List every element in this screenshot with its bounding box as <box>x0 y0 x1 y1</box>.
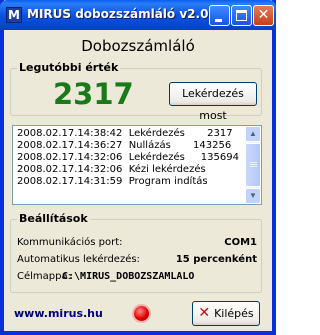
port-label: Kommunikációs port: <box>17 237 123 248</box>
exit-x-icon: ✕ <box>198 305 211 321</box>
app-icon: M <box>6 7 22 23</box>
last-value-label: Legutóbbi érték <box>17 61 121 74</box>
event-log-list[interactable]: 2008.02.17.14:38:42 Lekérdezés 2317 2008… <box>12 125 262 205</box>
log-entry[interactable]: 2008.02.17.14:31:59 Program indítás <box>17 176 245 188</box>
log-scrollbar[interactable]: ▲ ▼ <box>245 126 261 204</box>
log-lines: 2008.02.17.14:38:42 Lekérdezés 2317 2008… <box>17 128 245 188</box>
folder-value: C:\MIRUS_DOBOZSZAMLALO <box>62 271 195 282</box>
close-button[interactable]: ✕ <box>253 5 274 26</box>
app-window: M MIRUS dobozszámláló v2.0 ✕ Dobozszámlá… <box>0 0 276 335</box>
log-entry[interactable]: 2008.02.17.14:32:06 Kézi lekérdezés <box>17 164 245 176</box>
grip-line <box>250 162 257 163</box>
window-title: MIRUS dobozszámláló v2.0 <box>27 7 209 21</box>
log-entry[interactable]: 2008.02.17.14:32:06 Lekérdezés 135694 <box>17 152 245 164</box>
website-link[interactable]: www.mirus.hu <box>14 307 103 320</box>
page-title: Dobozszámláló <box>81 37 195 55</box>
log-entry[interactable]: 2008.02.17.14:38:42 Lekérdezés 2317 <box>17 128 245 140</box>
port-row: Kommunikációs port: COM1 <box>17 237 257 250</box>
grip-line <box>250 164 257 165</box>
scroll-thumb[interactable] <box>245 143 261 187</box>
query-now-button[interactable]: Lekérdezés most <box>169 82 257 122</box>
maximize-button[interactable] <box>231 5 252 26</box>
last-value-group: Legutóbbi érték 2317 Lekérdezés most <box>10 61 262 122</box>
title-bar[interactable]: M MIRUS dobozszámláló v2.0 ✕ <box>0 0 276 30</box>
exit-button[interactable]: ✕ Kilépés <box>192 301 260 326</box>
minimize-icon <box>215 19 222 22</box>
grip-line <box>250 166 257 167</box>
scroll-down-arrow-icon[interactable]: ▼ <box>245 188 261 204</box>
log-entry[interactable]: 2008.02.17.14:36:27 Nullázás 143256 <box>17 140 245 152</box>
close-icon: ✕ <box>257 7 270 23</box>
exit-button-label: Kilépés <box>214 307 254 320</box>
counter-value: 2317 <box>53 77 134 111</box>
settings-group: Beállítások Kommunikációs port: COM1 Aut… <box>10 212 262 293</box>
auto-query-row: Automatikus lekérdezés: 15 percenként <box>17 254 257 267</box>
auto-query-label: Automatikus lekérdezés: <box>17 254 140 265</box>
maximize-icon <box>236 10 247 21</box>
status-led-icon <box>134 306 149 321</box>
auto-query-value: 15 percenként <box>175 254 257 265</box>
minimize-button[interactable] <box>209 5 230 26</box>
scroll-up-arrow-icon[interactable]: ▲ <box>245 126 261 142</box>
port-value: COM1 <box>224 237 257 248</box>
settings-label: Beállítások <box>17 212 90 225</box>
folder-row: Célmappa: C:\MIRUS_DOBOZSZAMLALO <box>17 271 257 284</box>
